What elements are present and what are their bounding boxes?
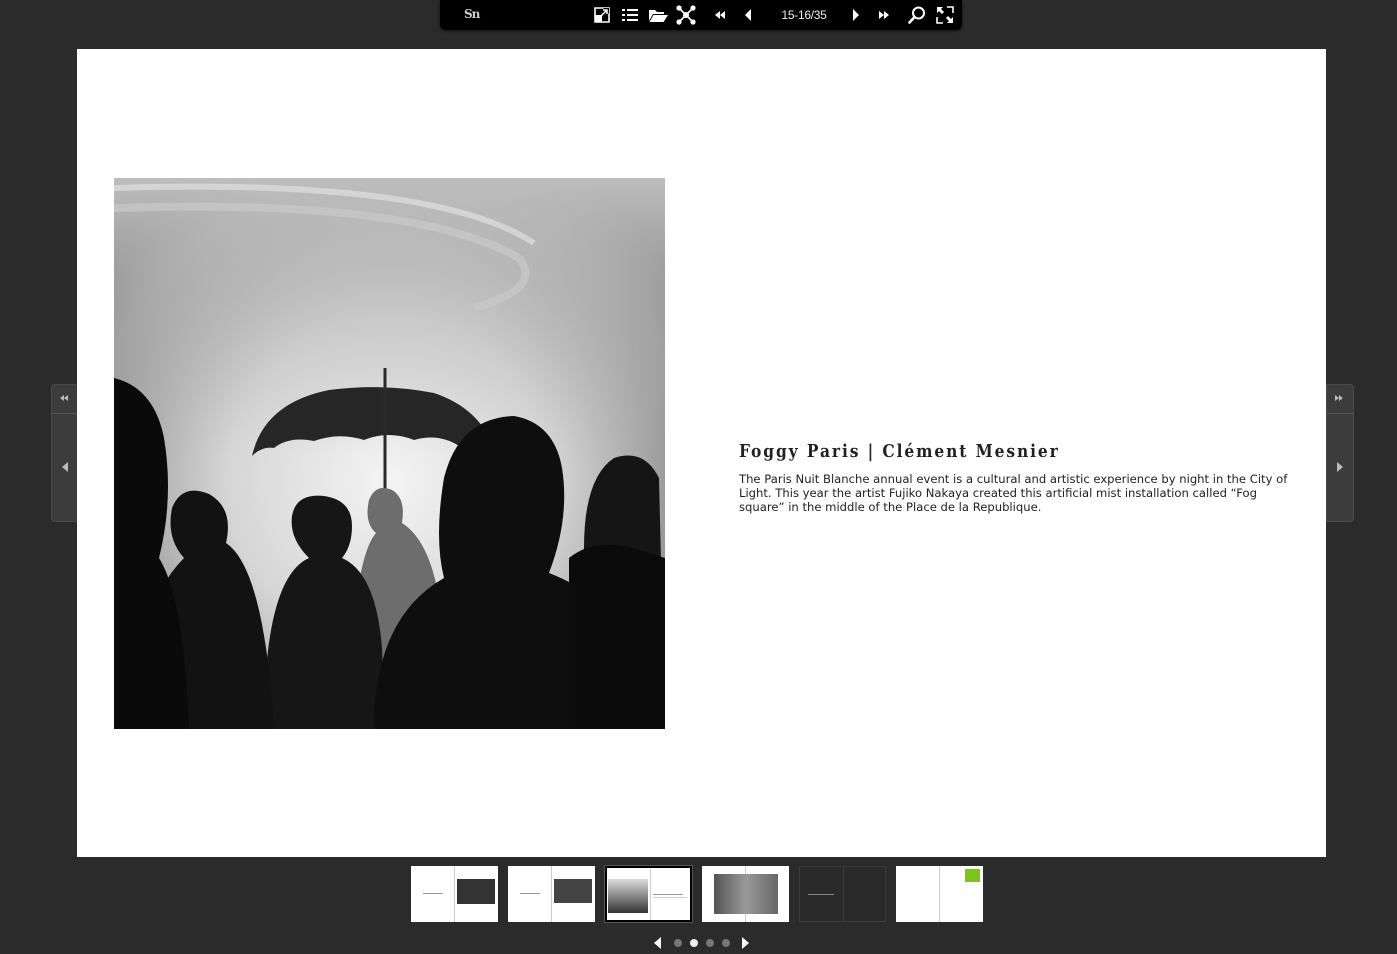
- fog-umbrella-photo: [114, 178, 665, 729]
- last-page-icon: [879, 11, 889, 19]
- thumbnail-spread-2[interactable]: [508, 866, 595, 922]
- article-title: Foggy Paris | Clément Mesnier: [739, 441, 1060, 462]
- previous-page-button[interactable]: [737, 4, 759, 26]
- layout-button[interactable]: [591, 4, 613, 26]
- fullscreen-button[interactable]: [934, 4, 956, 26]
- last-page-button[interactable]: [873, 4, 895, 26]
- pager-dot-2[interactable]: [690, 939, 698, 947]
- fast-forward-icon[interactable]: [1333, 393, 1345, 403]
- search-button[interactable]: [906, 4, 928, 26]
- next-page-icon: [853, 9, 859, 21]
- page-indicator: 15-16/35: [781, 8, 827, 22]
- pager-dot-3[interactable]: [706, 939, 714, 947]
- magazine-spread: Foggy Paris | Clément Mesnier The Paris …: [77, 49, 1326, 857]
- fullscreen-icon: [936, 6, 954, 24]
- viewer-toolbar: Sn 15-16/35: [440, 0, 962, 30]
- previous-spread-icon[interactable]: [61, 461, 69, 473]
- next-spread-icon[interactable]: [1336, 461, 1344, 473]
- open-button[interactable]: [647, 4, 669, 26]
- article-body: The Paris Nuit Blanche annual event is a…: [739, 472, 1288, 514]
- open-folder-icon: [649, 10, 668, 22]
- left-nav-tab: [51, 384, 79, 522]
- pager-previous-icon[interactable]: [653, 937, 663, 949]
- thumbnail-spread-5[interactable]: [799, 866, 886, 922]
- layout-icon: [594, 7, 610, 23]
- pager-dot-1[interactable]: [674, 939, 682, 947]
- share-icon: [676, 5, 696, 25]
- rewind-icon[interactable]: [58, 393, 70, 403]
- first-page-icon: [715, 11, 725, 19]
- right-nav-tab: [1326, 384, 1354, 522]
- contents-list-icon: [622, 9, 638, 21]
- thumbnail-spread-3[interactable]: [604, 865, 693, 923]
- contents-button[interactable]: [619, 4, 641, 26]
- thumbnail-spread-4[interactable]: [702, 866, 789, 922]
- publisher-logo: Sn: [464, 7, 480, 21]
- pager-dot-4[interactable]: [722, 939, 730, 947]
- thumbnail-strip: [0, 865, 1397, 924]
- thumbnail-pager: [650, 936, 760, 950]
- article-block: Foggy Paris | Clément Mesnier The Paris …: [739, 441, 1289, 514]
- search-icon: [908, 6, 925, 24]
- share-button[interactable]: [675, 4, 697, 26]
- previous-page-icon: [745, 9, 751, 21]
- first-page-button[interactable]: [709, 4, 731, 26]
- pager-next-icon[interactable]: [740, 937, 750, 949]
- thumbnail-spread-6[interactable]: [896, 866, 983, 922]
- next-page-button[interactable]: [845, 4, 867, 26]
- thumbnail-spread-1[interactable]: [411, 866, 498, 922]
